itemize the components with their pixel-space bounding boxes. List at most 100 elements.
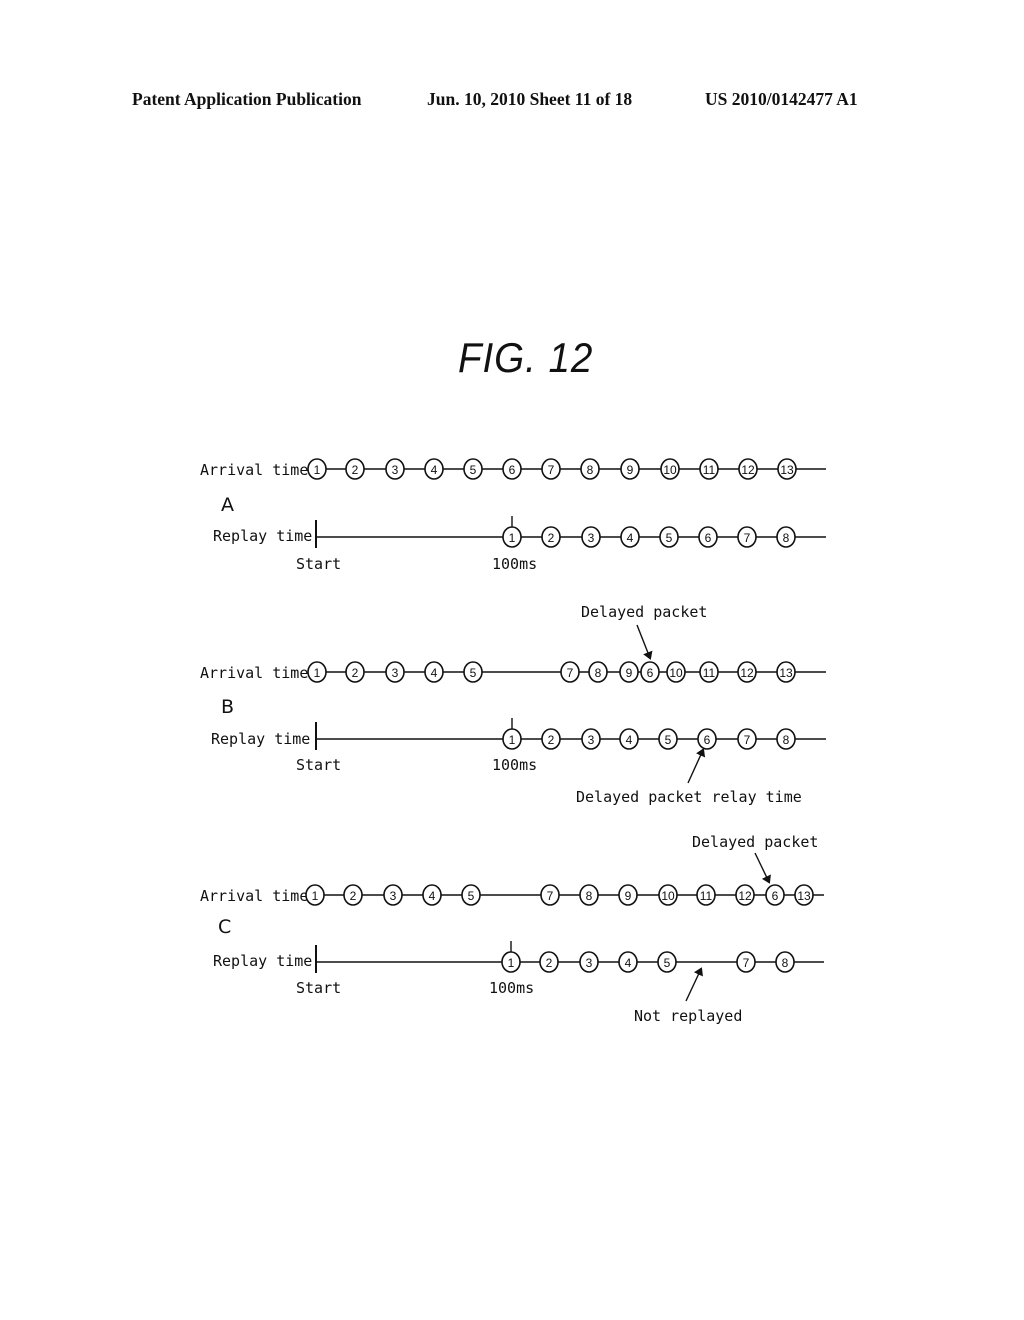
packet-number: 3 — [392, 463, 399, 477]
packet-node: 4 — [620, 526, 640, 548]
packet-node: 5 — [659, 526, 679, 548]
packet-number: 10 — [661, 889, 675, 903]
packet-node: 12 — [735, 884, 755, 906]
packet-number: 4 — [626, 733, 633, 747]
packet-number: 3 — [586, 956, 593, 970]
packet-number: 7 — [743, 956, 750, 970]
packet-node: 6 — [502, 458, 522, 480]
packet-number: 6 — [509, 463, 516, 477]
packet-node: 9 — [620, 458, 640, 480]
packet-number: 13 — [779, 666, 793, 680]
packet-node: 2 — [541, 526, 561, 548]
packet-number: 13 — [797, 889, 811, 903]
packet-node: 4 — [424, 458, 444, 480]
packet-node: 12 — [737, 661, 757, 683]
arrow-delayed-packet-b — [636, 624, 653, 660]
replay-timeline: 1 2 3 4 5 6 7 8 — [315, 718, 826, 750]
packet-node: 5 — [658, 728, 678, 750]
packet-number: 9 — [625, 889, 632, 903]
packet-node: 6 — [640, 661, 660, 683]
arrival-timeline: 1 2 3 4 5 6 7 8 9 10 11 12 13 — [307, 458, 826, 480]
panel-letter: A — [221, 494, 234, 516]
packet-node: 9 — [618, 884, 638, 906]
packet-node: 8 — [776, 526, 796, 548]
arrival-timeline: 1 2 3 4 5 7 8 9 6 10 11 12 13 — [307, 661, 826, 683]
packet-number: 2 — [350, 889, 357, 903]
packet-number: 7 — [567, 666, 574, 680]
packet-node: 11 — [699, 458, 719, 480]
packet-node: 8 — [775, 951, 795, 973]
panel-b: Delayed packet Arrival time B Replay tim… — [200, 603, 826, 806]
packet-number: 7 — [548, 463, 555, 477]
packet-number: 11 — [703, 666, 716, 680]
packet-node: 2 — [539, 951, 559, 973]
packet-node: 7 — [736, 951, 756, 973]
packet-number: 6 — [704, 733, 711, 747]
packet-node: 7 — [540, 884, 560, 906]
packet-number: 1 — [314, 666, 321, 680]
packet-node: 9 — [619, 661, 639, 683]
packet-node: 1 — [305, 884, 325, 906]
packet-number: 1 — [509, 733, 516, 747]
panel-letter: B — [221, 696, 234, 718]
arrow-not-replayed-c — [685, 967, 703, 1002]
packet-node: 10 — [658, 884, 678, 906]
arrival-timeline: 1 2 3 4 5 7 8 9 10 11 12 6 13 — [305, 884, 824, 906]
replay-timeline: 1 2 3 4 5 7 8 — [315, 941, 824, 973]
packet-number: 8 — [586, 889, 593, 903]
packet-number: 5 — [666, 531, 673, 545]
panel-letter: C — [218, 916, 231, 938]
packet-number: 13 — [780, 463, 794, 477]
packet-node: 6 — [698, 526, 718, 548]
not-replayed-label: Not replayed — [634, 1007, 742, 1025]
delay-100ms-label: 100ms — [492, 555, 537, 573]
packet-number: 7 — [744, 531, 751, 545]
packet-node: 2 — [345, 661, 365, 683]
packet-number: 2 — [548, 733, 555, 747]
packet-node: 7 — [737, 728, 757, 750]
packet-number: 5 — [468, 889, 475, 903]
arrow-delayed-relay-time-b — [687, 748, 706, 784]
packet-node: 3 — [579, 951, 599, 973]
packet-node: 7 — [737, 526, 757, 548]
packet-node: 5 — [463, 458, 483, 480]
packet-number: 3 — [588, 733, 595, 747]
packet-number: 8 — [783, 531, 790, 545]
packet-node: 11 — [696, 884, 716, 906]
packet-node: 11 — [699, 661, 719, 683]
replay-time-label: Replay time — [211, 730, 310, 748]
packet-node: 7 — [541, 458, 561, 480]
packet-node: 3 — [581, 526, 601, 548]
packet-number: 4 — [627, 531, 634, 545]
packet-node: 3 — [581, 728, 601, 750]
packet-node: 1 — [307, 458, 327, 480]
packet-number: 2 — [352, 463, 359, 477]
panel-c: Delayed packet Arrival time C Replay tim… — [200, 833, 824, 1025]
packet-node: 5 — [461, 884, 481, 906]
packet-number: 1 — [508, 956, 515, 970]
packet-node: 3 — [385, 458, 405, 480]
packet-number: 6 — [705, 531, 712, 545]
packet-number: 9 — [627, 463, 634, 477]
packet-number: 1 — [312, 889, 319, 903]
replay-timeline: 1 2 3 4 5 6 7 8 — [315, 516, 826, 548]
packet-node: 5 — [657, 951, 677, 973]
replay-time-label: Replay time — [213, 952, 312, 970]
packet-number: 6 — [647, 666, 654, 680]
packet-number: 4 — [625, 956, 632, 970]
delayed-packet-label: Delayed packet — [581, 603, 707, 621]
packet-node: 12 — [738, 458, 758, 480]
packet-number: 4 — [431, 463, 438, 477]
packet-number: 1 — [509, 531, 516, 545]
packet-number: 12 — [741, 463, 755, 477]
packet-node: 3 — [383, 884, 403, 906]
arrival-time-label: Arrival time — [200, 461, 308, 479]
packet-number: 3 — [390, 889, 397, 903]
packet-node: 8 — [776, 728, 796, 750]
start-label: Start — [296, 756, 341, 774]
arrow-delayed-packet-c — [754, 852, 771, 884]
packet-number: 5 — [470, 463, 477, 477]
packet-number: 8 — [587, 463, 594, 477]
packet-number: 12 — [738, 889, 752, 903]
packet-number: 1 — [314, 463, 321, 477]
